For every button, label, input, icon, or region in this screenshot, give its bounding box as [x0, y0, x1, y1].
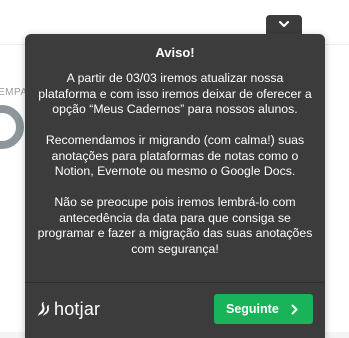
survey-widget: Aviso! A partir de 03/03 iremos atualiza…: [25, 34, 325, 338]
background-partial-label: EMPA: [0, 87, 26, 98]
next-button-label: Seguinte: [226, 302, 279, 316]
page: EMPA Aviso! A partir de 03/03 iremos atu…: [0, 0, 349, 338]
hotjar-brand[interactable]: hotjar: [36, 298, 100, 320]
message-paragraph: Não se preocupe pois iremos lembrá-lo co…: [37, 195, 313, 256]
footer-divider: [25, 282, 325, 283]
hotjar-logo-icon: [38, 302, 49, 316]
survey-title: Aviso!: [155, 45, 195, 60]
hotjar-wordmark: hotjar: [54, 299, 101, 319]
chevron-down-icon: [279, 21, 289, 27]
chevron-right-icon: [291, 304, 298, 315]
message-paragraph: Recomendamos ir migrando (com calma!) su…: [45, 133, 305, 178]
background-progress-ring: [0, 105, 24, 149]
message-paragraph: A partir de 03/03 iremos atualizar nossa…: [38, 71, 312, 116]
survey-message: A partir de 03/03 iremos atualizar nossa…: [37, 71, 313, 273]
next-button[interactable]: Seguinte: [214, 294, 313, 324]
collapse-survey-button[interactable]: [266, 15, 302, 35]
